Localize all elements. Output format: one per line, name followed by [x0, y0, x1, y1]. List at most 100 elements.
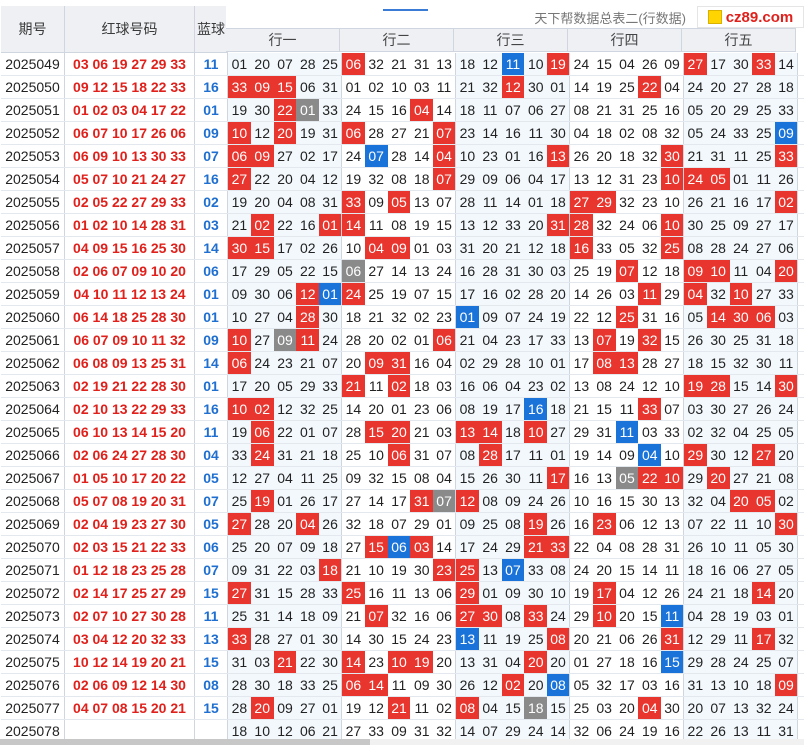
number-cell: 11: [733, 516, 749, 532]
blue-ball-cell: 01: [195, 99, 228, 121]
number-cell: 03: [619, 286, 635, 302]
row-group-2: 10 04 09 01 03: [341, 237, 456, 259]
number-cell: 20: [619, 700, 635, 716]
number-cell: 14: [433, 99, 456, 121]
number-cell: 16: [710, 562, 726, 578]
number-cell: 11: [300, 470, 316, 486]
number-cell: 27: [228, 168, 251, 190]
number-cell: 09: [250, 145, 274, 167]
number-cell: 31: [413, 56, 430, 72]
number-cell: 05: [573, 677, 590, 693]
group-header-5[interactable]: 行五: [682, 28, 796, 52]
number-cell: 12: [527, 240, 544, 256]
row-group-3: 12 08 09 24 26: [455, 490, 570, 512]
number-cell: 06: [641, 217, 658, 233]
number-cell: 04: [596, 539, 612, 555]
number-cell: 11: [296, 329, 320, 351]
number-cell: 05: [706, 168, 730, 190]
number-cell: 28: [569, 214, 593, 236]
row-group-5: 26 10 11 05 30: [683, 536, 798, 558]
number-cell: 28: [368, 125, 384, 141]
site-logo[interactable]: cz89.com: [697, 6, 804, 28]
row-group-3: 15 26 30 11 17: [455, 467, 570, 489]
number-cell: 15: [619, 562, 635, 578]
number-cell: 30: [547, 122, 570, 144]
number-cell: 01: [319, 697, 342, 719]
number-cell: 24: [341, 283, 365, 305]
blue-ball-cell: 08: [195, 674, 228, 696]
number-cell: 16: [733, 194, 749, 210]
scrollbar-thumb[interactable]: [0, 739, 370, 745]
number-cell: 21: [596, 102, 612, 118]
number-cell: 17: [573, 355, 590, 371]
number-cell: 04: [433, 467, 456, 489]
row-group-4: 05 32 17 03 16: [569, 674, 684, 696]
number-cell: 20: [527, 677, 544, 693]
horizontal-scrollbar[interactable]: [0, 739, 804, 745]
number-cell: 19: [391, 286, 407, 302]
number-cell: 06: [341, 122, 365, 144]
blue-ball-header[interactable]: 蓝球: [195, 6, 228, 53]
number-cell: 11: [368, 217, 384, 233]
number-cell: 30: [254, 677, 270, 693]
row-group-4: 25 19 07 12 18: [569, 260, 684, 282]
group-header-2[interactable]: 行二: [340, 28, 454, 52]
number-cell: 23: [433, 628, 456, 650]
group-header-4[interactable]: 行四: [568, 28, 682, 52]
number-cell: 13: [596, 470, 612, 486]
blue-ball-cell: 04: [195, 444, 228, 466]
number-cell: 25: [319, 674, 342, 696]
number-cell: 15: [459, 470, 476, 486]
row-group-5: 05 24 33 25 09: [683, 122, 798, 144]
number-cell: 05: [775, 559, 798, 581]
number-cell: 12: [641, 378, 658, 394]
row-group-3: 13 11 19 25 08: [455, 628, 570, 650]
number-cell: 33: [661, 421, 684, 443]
number-cell: 16: [300, 217, 316, 233]
number-cell: 28: [391, 148, 407, 164]
number-cell: 22: [638, 467, 662, 489]
number-cell: 09: [364, 352, 388, 374]
number-cell: 18: [524, 697, 548, 719]
number-cell: 04: [277, 470, 293, 486]
row-group-2: 18 21 32 02 23: [341, 306, 456, 328]
number-cell: 05: [615, 467, 639, 489]
row-group-2: 06 32 21 31 13: [341, 53, 456, 75]
number-cell: 25: [755, 654, 772, 670]
number-cell: 01: [433, 513, 456, 535]
number-cell: 20: [345, 355, 362, 371]
number-cell: 11: [391, 585, 407, 601]
blue-ball-cell: 09: [195, 329, 228, 351]
number-cell: 18: [547, 398, 570, 420]
table-header-right: 天下帮数据总表二(行数据) cz89.com 行一 行二 行三 行四 行五: [226, 6, 804, 53]
number-cell: 01: [413, 240, 430, 256]
number-cell: 18: [505, 424, 521, 440]
number-cell: 30: [478, 605, 502, 627]
row-group-5: 27 17 30 33 14: [683, 53, 798, 75]
number-cell: 32: [368, 470, 384, 486]
row-group-1: 31 03 21 22 30: [228, 651, 342, 673]
number-cell: 30: [413, 562, 430, 578]
row-group-3: 17 16 02 28 20: [455, 283, 570, 305]
group-header-1[interactable]: 行一: [226, 28, 340, 52]
number-cell: 30: [319, 628, 342, 650]
number-cell: 07: [615, 260, 639, 282]
number-cell: 22: [254, 171, 270, 187]
number-cell: 32: [641, 148, 658, 164]
period-header[interactable]: 期号: [1, 6, 65, 53]
red-balls-header[interactable]: 红球号码: [65, 6, 195, 53]
number-cell: 30: [755, 355, 772, 371]
number-cell: 01: [296, 99, 320, 121]
row-group-2: 14 30 15 24 23: [341, 628, 456, 650]
number-cell: 17: [391, 493, 407, 509]
number-cell: 17: [459, 286, 476, 302]
blue-ball-cell: 07: [195, 145, 228, 167]
row-group-5: 04 28 19 03 01: [683, 605, 798, 627]
group-header-3[interactable]: 行三: [454, 28, 568, 52]
row-group-4: 25 03 20 04 30: [569, 697, 684, 719]
row-group-3: 29 01 09 30 10: [455, 582, 570, 604]
number-cell: 12: [296, 283, 320, 305]
red-balls-cell: 05 07 10 21 24 27: [65, 168, 195, 190]
row-number-cells: 19 30 22 01 33 24 15 16 04 14 18 11 07 06 27 08 21 31 25 16…: [228, 99, 798, 121]
number-cell: 15: [641, 608, 658, 624]
